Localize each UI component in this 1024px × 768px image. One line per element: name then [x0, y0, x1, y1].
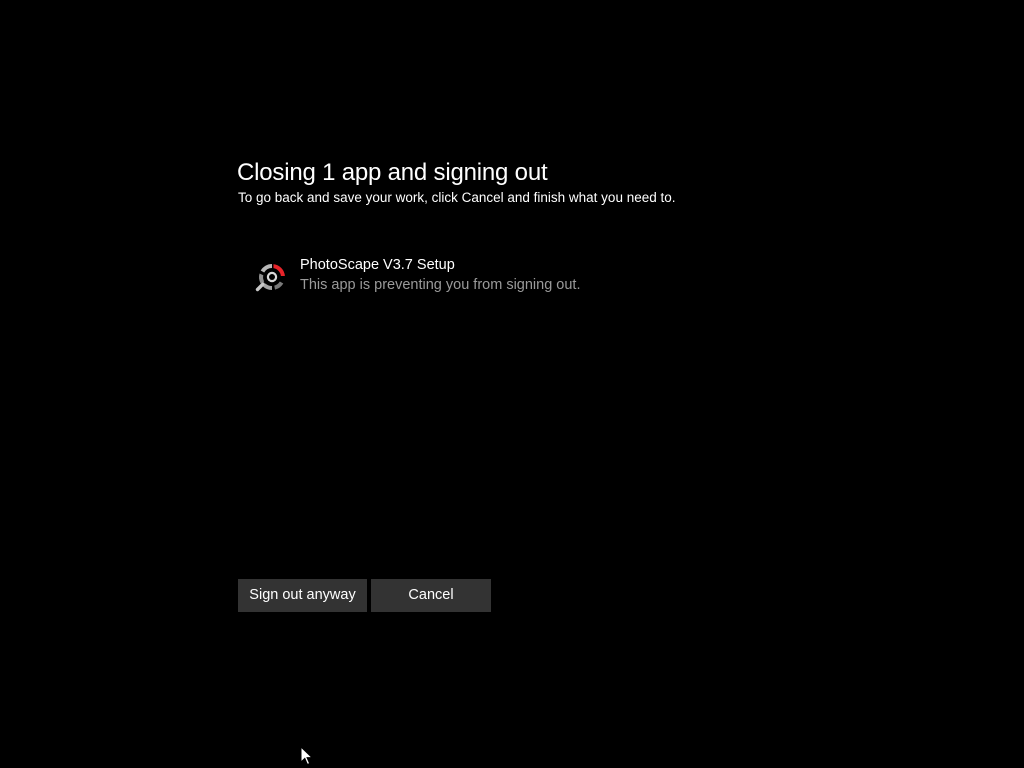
app-status: This app is preventing you from signing … [300, 277, 581, 293]
app-name: PhotoScape V3.7 Setup [300, 257, 455, 273]
dialog-title: Closing 1 app and signing out [237, 159, 548, 186]
shutdown-screen: Closing 1 app and signing out To go back… [0, 0, 1024, 768]
cancel-button[interactable]: Cancel [371, 579, 491, 612]
photoscape-icon [255, 263, 285, 292]
mouse-pointer-icon [300, 746, 314, 766]
blocking-app-item: PhotoScape V3.7 Setup This app is preven… [254, 256, 674, 300]
sign-out-anyway-button[interactable]: Sign out anyway [238, 579, 367, 612]
dialog-subtitle: To go back and save your work, click Can… [238, 190, 676, 205]
